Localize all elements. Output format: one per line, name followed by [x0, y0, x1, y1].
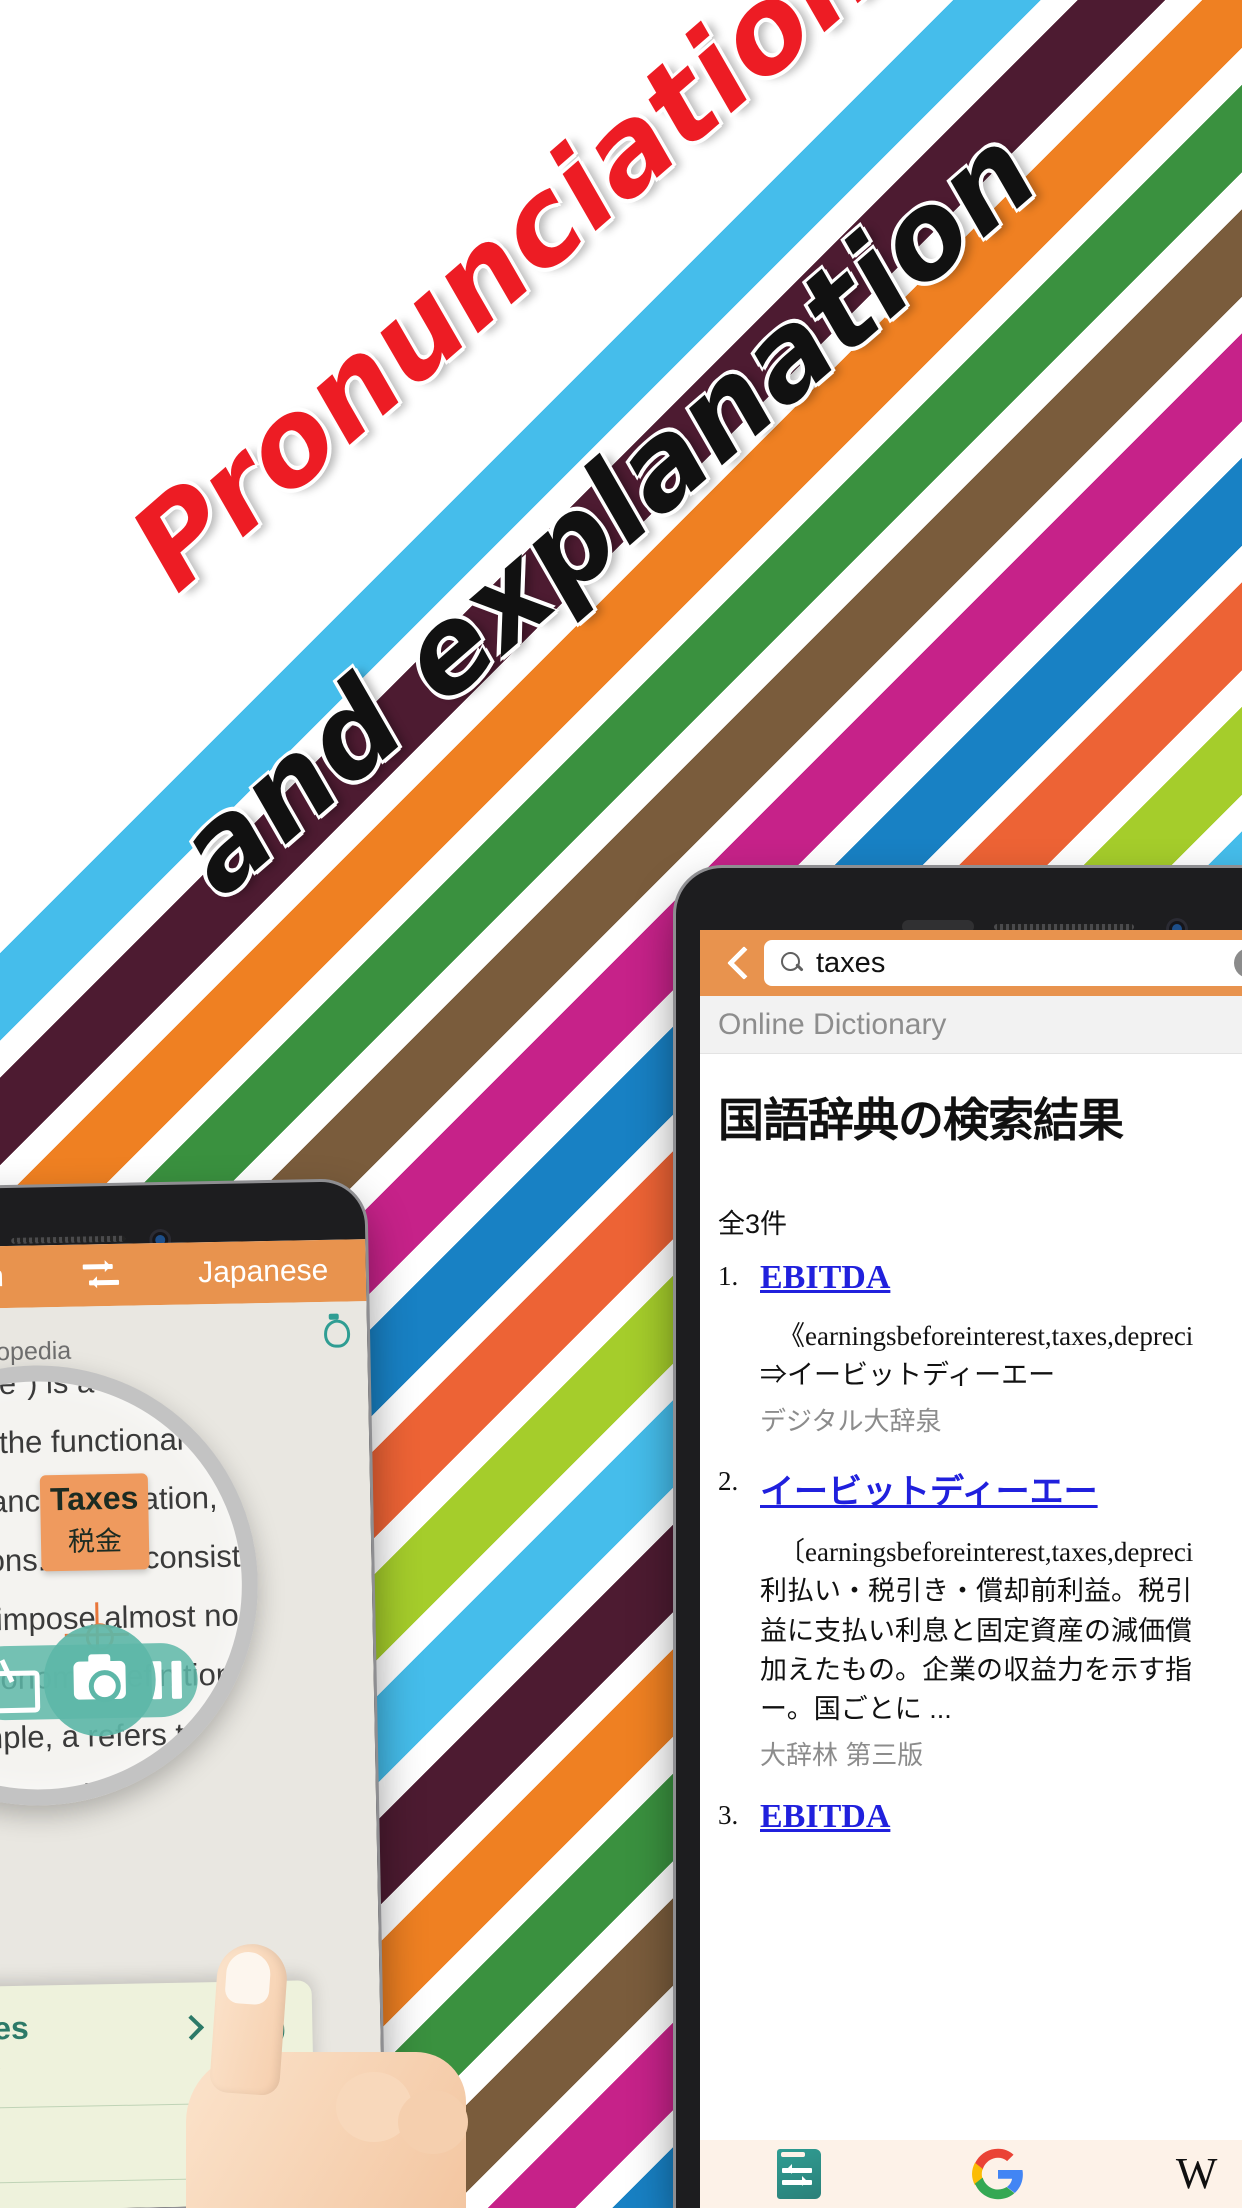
page-title: 国語辞典の検索結果	[718, 1094, 1124, 1146]
result-count: 全3件	[718, 1209, 788, 1239]
swap-arrows-icon[interactable]	[79, 1260, 124, 1291]
source-label-bar: Online Dictionary	[700, 996, 1242, 1054]
magnified-text: Latin taxo; "rate") is a financial charg…	[0, 1361, 262, 1809]
source-label: Online Dictionary	[718, 1007, 947, 1041]
search-field[interactable]: taxes	[764, 940, 1242, 986]
pointing-finger-illustration	[186, 1941, 468, 2208]
screen-right: taxes Online Dictionary 国語辞典の検索結果 全3件 1.…	[700, 930, 1242, 2208]
magnifier-lens: Latin taxo; "rate") is a financial charg…	[0, 1361, 263, 1810]
result-text-line: 〔earningsbeforeinterest,taxes,depreci	[778, 1537, 1194, 1568]
result-text-line: ー。国ごとに ...	[760, 1693, 952, 1724]
source-language[interactable]: English	[0, 1260, 4, 1296]
back-chevron-icon[interactable]	[720, 946, 754, 980]
tooltip-word-source: Taxes	[49, 1479, 139, 1518]
list-item: 1. EBITDA 《earningsbeforeinterest,taxes,…	[718, 1259, 1242, 1438]
target-language[interactable]: Japanese	[198, 1254, 329, 1290]
result-source: デジタル大辞泉	[760, 1406, 942, 1437]
result-text-line: 《earningsbeforeinterest,taxes,depreci	[778, 1321, 1194, 1351]
result-index: 1.	[718, 1261, 739, 1291]
result-text-line: ⇒イービットディーエー	[760, 1360, 1056, 1391]
result-list: 1. EBITDA 《earningsbeforeinterest,taxes,…	[718, 1259, 1242, 1836]
result-source: 大辞林 第三版	[760, 1739, 924, 1770]
dictionary-book-icon[interactable]	[772, 2147, 826, 2201]
result-text-line: 益に支払い利息と固定資産の減価償	[760, 1615, 1192, 1646]
phone-device-right: taxes Online Dictionary 国語辞典の検索結果 全3件 1.…	[676, 868, 1242, 2208]
search-input[interactable]: taxes	[816, 948, 1234, 978]
language-bar: English Japanese	[0, 1239, 367, 1311]
list-item: 2. イービットディーエー 〔earningsbeforeinterest,ta…	[718, 1464, 1242, 1772]
clear-search-icon[interactable]	[1234, 948, 1242, 978]
app-bar: taxes	[700, 930, 1242, 996]
result-body: 〔earningsbeforeinterest,taxes,depreci 利払…	[760, 1533, 1242, 1772]
result-link[interactable]: EBITDA	[760, 1259, 890, 1296]
result-text-line: 加えたもの。企業の収益力を示す指	[760, 1654, 1192, 1685]
google-icon[interactable]	[971, 2147, 1025, 2201]
wikipedia-icon[interactable]: W	[1170, 2147, 1224, 2201]
pause-icon[interactable]	[151, 1660, 183, 1700]
tooltip-word-target: 税金	[67, 1525, 123, 1557]
camera-glyph-icon	[73, 1660, 127, 1700]
result-index: 3.	[718, 1799, 739, 1830]
result-link[interactable]: イービットディーエー	[760, 1472, 1098, 1512]
lens-line: ) by a state or the functional equivalen…	[0, 1416, 263, 1463]
search-icon	[780, 951, 804, 975]
poster-canvas: Pronunciation and explanation taxes Onli…	[0, 0, 1242, 2208]
dictionary-document: 国語辞典の検索結果 全3件 1. EBITDA 《earningsbeforei…	[700, 1054, 1242, 2074]
result-body: 《earningsbeforeinterest,taxes,depreci ⇒イ…	[760, 1317, 1242, 1438]
result-index: 2.	[718, 1466, 739, 1497]
bottom-toolbar: W	[700, 2140, 1242, 2208]
speaker-grill-left	[11, 1235, 126, 1244]
import-image-icon[interactable]	[0, 1663, 30, 1704]
result-link[interactable]: EBITDA	[760, 1798, 890, 1835]
translation-tooltip: Taxes 税金	[39, 1473, 150, 1572]
list-item: 3. EBITDA	[718, 1798, 1242, 1836]
result-text-line: 利払い・税引き・償却前利益。税引	[760, 1576, 1192, 1607]
